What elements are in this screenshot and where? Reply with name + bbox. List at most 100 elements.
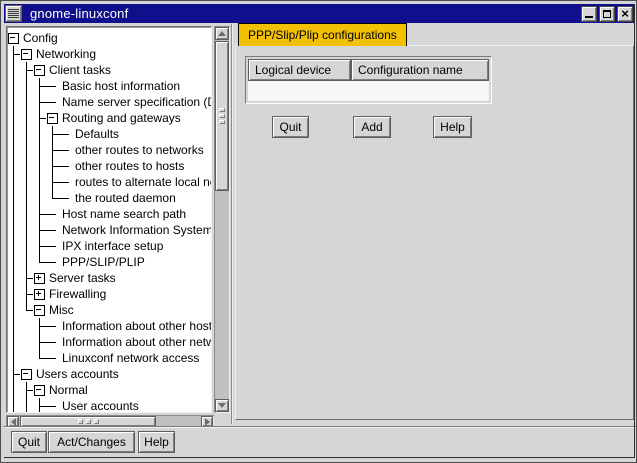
plus-box-icon[interactable]: [33, 270, 46, 286]
tree-item[interactable]: Information about other netw: [7, 334, 211, 350]
tree-item[interactable]: User accounts: [7, 398, 211, 413]
tree-item[interactable]: Routing and gateways: [7, 110, 211, 126]
close-button[interactable]: ×: [617, 6, 633, 22]
notebook-page: Logical device Configuration name Quit A…: [235, 45, 634, 420]
window-frame-edge: [4, 457, 635, 458]
tree-item[interactable]: Networking: [7, 46, 211, 62]
tree-item-label: Config: [20, 30, 58, 46]
minus-box-icon[interactable]: [33, 382, 46, 398]
minus-box-icon[interactable]: [20, 366, 33, 382]
tree-line: [46, 174, 59, 190]
add-button[interactable]: Add: [353, 116, 391, 138]
vertical-scrollbar-thumb[interactable]: [215, 41, 229, 191]
tree-item[interactable]: PPP/SLIP/PLIP: [7, 254, 211, 270]
act-changes-button[interactable]: Act/Changes: [48, 431, 135, 453]
tree-item-label: IPX interface setup: [59, 238, 163, 254]
tree-item-label: other routes to networks: [72, 142, 204, 158]
triangle-left-icon: [11, 418, 16, 426]
tree-line: [33, 350, 46, 366]
bottom-help-button[interactable]: Help: [138, 431, 175, 453]
maximize-icon: [603, 10, 611, 18]
tree-item[interactable]: other routes to hosts: [7, 158, 211, 174]
tree-item-label: Linuxconf network access: [59, 350, 199, 366]
maximize-button[interactable]: [599, 6, 615, 22]
tree-item-label: Users accounts: [33, 366, 119, 382]
device-list[interactable]: [248, 81, 489, 101]
tree-item[interactable]: Normal: [7, 382, 211, 398]
scroll-down-button[interactable]: [215, 399, 229, 412]
tree-item[interactable]: the routed daemon: [7, 190, 211, 206]
tree-line: [20, 254, 33, 270]
tree-line: [20, 334, 33, 350]
tree-line: [46, 94, 59, 110]
window-controls: ×: [581, 6, 633, 22]
tree-line: [33, 110, 46, 126]
tree-vertical-scrollbar[interactable]: [214, 26, 230, 413]
tree-line: [20, 302, 33, 318]
tree-line: [7, 158, 20, 174]
tree-item[interactable]: Users accounts: [7, 366, 211, 382]
tree-item[interactable]: Defaults: [7, 126, 211, 142]
scroll-up-button[interactable]: [215, 27, 229, 40]
triangle-up-icon: [218, 31, 226, 36]
tree-item[interactable]: Linuxconf network access: [7, 350, 211, 366]
column-header-configuration-name[interactable]: Configuration name: [351, 59, 489, 81]
tree-item[interactable]: Client tasks: [7, 62, 211, 78]
minus-box-icon[interactable]: [46, 110, 59, 126]
minus-box-icon[interactable]: [33, 62, 46, 78]
tab-ppp-slip-plip[interactable]: PPP/Slip/Plip configurations: [238, 23, 407, 46]
window-frame-edge: [634, 4, 635, 458]
tree-line: [33, 126, 46, 142]
tree-line: [20, 142, 33, 158]
grip-icon: [219, 120, 225, 124]
tree-item-label: User accounts: [59, 398, 139, 413]
tree-item[interactable]: Server tasks: [7, 270, 211, 286]
tree-item[interactable]: Network Information System: [7, 222, 211, 238]
help-button[interactable]: Help: [433, 116, 472, 138]
tree-line: [7, 286, 20, 302]
bottom-quit-button[interactable]: Quit: [11, 431, 47, 453]
tree-line: [46, 238, 59, 254]
bottom-divider: [3, 426, 636, 428]
tree-line: [33, 238, 46, 254]
tree-line: [59, 142, 72, 158]
tree-item-label: other routes to hosts: [72, 158, 184, 174]
tree-item[interactable]: other routes to networks: [7, 142, 211, 158]
tree-line: [46, 334, 59, 350]
tree-line: [7, 206, 20, 222]
tree-line: [46, 126, 59, 142]
tree-line: [46, 142, 59, 158]
tree-item[interactable]: Name server specification (D: [7, 94, 211, 110]
tree-line: [46, 158, 59, 174]
tree-item[interactable]: IPX interface setup: [7, 238, 211, 254]
tree-item[interactable]: Firewalling: [7, 286, 211, 302]
tree-line: [20, 174, 33, 190]
tree-item[interactable]: Information about other hosts: [7, 318, 211, 334]
tree-line: [7, 46, 20, 62]
minus-box-icon[interactable]: [7, 30, 20, 46]
window: gnome-linuxconf × ConfigNetworkingClient…: [0, 0, 637, 463]
minus-box-icon[interactable]: [20, 46, 33, 62]
minus-box-icon[interactable]: [33, 302, 46, 318]
tree-line: [33, 174, 46, 190]
window-menu-button[interactable]: [5, 5, 22, 22]
tree-line: [20, 62, 33, 78]
tree-line: [7, 350, 20, 366]
tree-item-label: routes to alternate local ne: [72, 174, 212, 190]
titlebar: gnome-linuxconf ×: [4, 4, 635, 23]
tree-line: [59, 126, 72, 142]
tree-item[interactable]: Config: [7, 30, 211, 46]
tree-item[interactable]: routes to alternate local ne: [7, 174, 211, 190]
tree-item-label: Basic host information: [59, 78, 180, 94]
column-header-logical-device[interactable]: Logical device: [248, 59, 351, 81]
tree-item-label: Host name search path: [59, 206, 186, 222]
tree-line: [7, 254, 20, 270]
quit-button[interactable]: Quit: [272, 116, 309, 138]
tree-item[interactable]: Host name search path: [7, 206, 211, 222]
tree-item-label: PPP/SLIP/PLIP: [59, 254, 145, 270]
minimize-button[interactable]: [581, 6, 597, 22]
tree-item[interactable]: Basic host information: [7, 78, 211, 94]
plus-box-icon[interactable]: [33, 286, 46, 302]
tree-item[interactable]: Misc: [7, 302, 211, 318]
tree-item-label: Client tasks: [46, 62, 111, 78]
